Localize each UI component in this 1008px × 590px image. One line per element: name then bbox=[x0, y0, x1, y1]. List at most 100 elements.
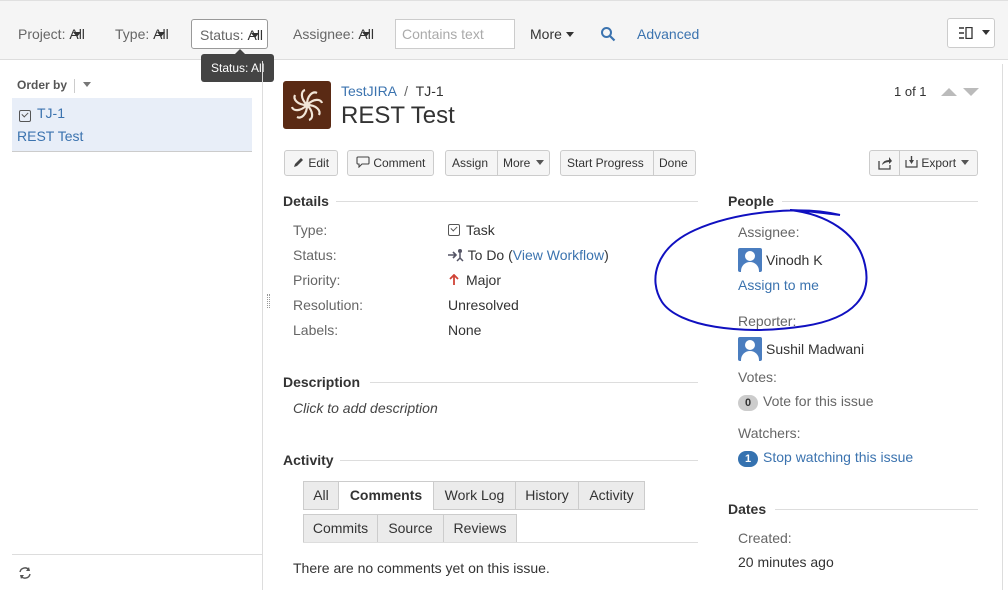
assign-button[interactable]: Assign bbox=[452, 151, 488, 177]
issue-list-panel: Order by TJ-1 REST Test bbox=[0, 61, 263, 590]
reporter-value[interactable]: Sushil Madwani bbox=[766, 341, 864, 357]
assign-more-group: Assign More bbox=[445, 150, 550, 176]
breadcrumb-issue-key[interactable]: TJ-1 bbox=[416, 83, 444, 99]
more-filters-button[interactable]: More bbox=[530, 19, 574, 49]
chevron-down-icon bbox=[565, 31, 574, 37]
priority-label: Priority: bbox=[293, 272, 341, 288]
votes-label: Votes: bbox=[738, 369, 777, 385]
start-progress-button[interactable]: Start Progress bbox=[567, 151, 644, 177]
pager-arrows bbox=[941, 88, 979, 96]
task-icon bbox=[19, 110, 31, 123]
order-by-button[interactable]: Order by bbox=[17, 78, 92, 93]
tab-work-log[interactable]: Work Log bbox=[433, 481, 516, 510]
layout-switcher-button[interactable] bbox=[947, 18, 995, 48]
resize-handle[interactable] bbox=[267, 294, 270, 308]
breadcrumb-project-link[interactable]: TestJIRA bbox=[341, 83, 396, 99]
status-filter-label: Status: bbox=[200, 27, 244, 43]
order-by-label: Order by bbox=[17, 78, 68, 92]
project-filter-value: All bbox=[69, 26, 85, 42]
project-filter[interactable]: Project: All bbox=[18, 19, 85, 49]
scrollbar[interactable] bbox=[1002, 64, 1008, 590]
labels-value[interactable]: None bbox=[448, 322, 481, 338]
description-field[interactable]: Click to add description bbox=[293, 400, 438, 416]
watcher-count-badge: 1 bbox=[738, 451, 758, 467]
tab-all[interactable]: All bbox=[303, 481, 339, 510]
tab-source[interactable]: Source bbox=[377, 514, 444, 543]
resolution-label: Resolution: bbox=[293, 297, 364, 313]
tab-comments[interactable]: Comments bbox=[338, 481, 434, 510]
type-filter[interactable]: Type: All bbox=[115, 19, 169, 49]
type-value[interactable]: Task bbox=[448, 222, 495, 238]
issue-summary-link[interactable]: REST Test bbox=[17, 128, 83, 144]
workflow-group: Start Progress Done bbox=[560, 150, 696, 176]
assignee-filter-value: All bbox=[358, 26, 374, 42]
type-filter-value: All bbox=[153, 26, 169, 42]
priority-value-text: Major bbox=[466, 272, 502, 288]
stop-watching-link[interactable]: Stop watching this issue bbox=[763, 449, 913, 465]
status-filter-value: All bbox=[247, 27, 264, 43]
watchers-label: Watchers: bbox=[738, 425, 801, 441]
status-label: Status: bbox=[293, 247, 337, 263]
breadcrumb-separator: / bbox=[404, 83, 409, 99]
pager-count: 1 of 1 bbox=[894, 84, 927, 99]
export-button[interactable]: Export bbox=[905, 151, 970, 177]
project-filter-label: Project: bbox=[18, 26, 66, 42]
tab-history[interactable]: History bbox=[515, 481, 579, 510]
vote-link[interactable]: Vote for this issue bbox=[763, 393, 874, 409]
type-filter-label: Type: bbox=[115, 26, 150, 42]
view-workflow-link[interactable]: View Workflow bbox=[513, 247, 604, 263]
status-todo-icon bbox=[448, 249, 464, 262]
vote-count-badge: 0 bbox=[738, 395, 758, 411]
share-icon[interactable] bbox=[877, 156, 893, 170]
share-export-group: Export bbox=[869, 150, 978, 176]
export-label: Export bbox=[921, 156, 957, 170]
status-value-close: ) bbox=[604, 247, 609, 263]
tab-reviews[interactable]: Reviews bbox=[443, 514, 517, 543]
resolution-value: Unresolved bbox=[448, 297, 519, 313]
export-icon bbox=[905, 156, 918, 168]
chevron-down-icon bbox=[536, 160, 545, 166]
issue-key-link[interactable]: TJ-1 bbox=[37, 105, 65, 121]
more-actions-label: More bbox=[503, 156, 531, 170]
filter-bar: Project: All Type: All Status: All Assig… bbox=[0, 0, 1008, 60]
text-filter-input[interactable] bbox=[395, 19, 515, 49]
type-label: Type: bbox=[293, 222, 328, 238]
more-filters-label: More bbox=[530, 26, 562, 42]
reporter-avatar bbox=[738, 337, 762, 361]
chevron-down-icon bbox=[982, 30, 990, 35]
previous-issue-icon[interactable] bbox=[941, 88, 957, 96]
status-value: To Do (View Workflow) bbox=[448, 247, 609, 263]
status-filter[interactable]: Status: All bbox=[191, 19, 269, 49]
page-title[interactable]: REST Test bbox=[341, 102, 455, 130]
list-footer bbox=[12, 554, 262, 590]
more-actions-button[interactable]: More bbox=[503, 151, 545, 177]
list-item[interactable]: TJ-1 REST Test bbox=[12, 98, 252, 152]
status-value-text: To Do ( bbox=[467, 247, 513, 263]
edit-button[interactable]: Edit bbox=[284, 150, 339, 176]
created-value: 20 minutes ago bbox=[738, 554, 834, 570]
tab-commits[interactable]: Commits bbox=[303, 514, 378, 543]
project-avatar bbox=[283, 81, 331, 129]
advanced-search-link[interactable]: Advanced bbox=[637, 19, 699, 49]
task-icon bbox=[448, 223, 460, 236]
description-heading: Description bbox=[283, 374, 361, 390]
done-button[interactable]: Done bbox=[659, 151, 688, 177]
comments-empty-message: There are no comments yet on this issue. bbox=[293, 560, 550, 576]
assignee-filter-label: Assignee: bbox=[293, 26, 355, 42]
comment-icon bbox=[356, 156, 370, 169]
refresh-icon[interactable] bbox=[18, 566, 32, 580]
assignee-filter[interactable]: Assignee: All bbox=[293, 19, 374, 49]
next-issue-icon[interactable] bbox=[963, 88, 979, 96]
comment-button[interactable]: Comment bbox=[347, 150, 435, 176]
search-icon[interactable] bbox=[600, 26, 616, 42]
priority-value[interactable]: Major bbox=[448, 272, 501, 288]
priority-major-icon bbox=[449, 273, 459, 285]
chevron-down-icon bbox=[961, 160, 970, 166]
edit-label: Edit bbox=[308, 156, 330, 170]
pencil-icon bbox=[294, 158, 303, 167]
labels-label: Labels: bbox=[293, 322, 339, 338]
annotation-circle bbox=[654, 209, 868, 331]
activity-heading: Activity bbox=[283, 452, 334, 468]
created-label: Created: bbox=[738, 530, 792, 546]
tab-activity[interactable]: Activity bbox=[578, 481, 645, 510]
